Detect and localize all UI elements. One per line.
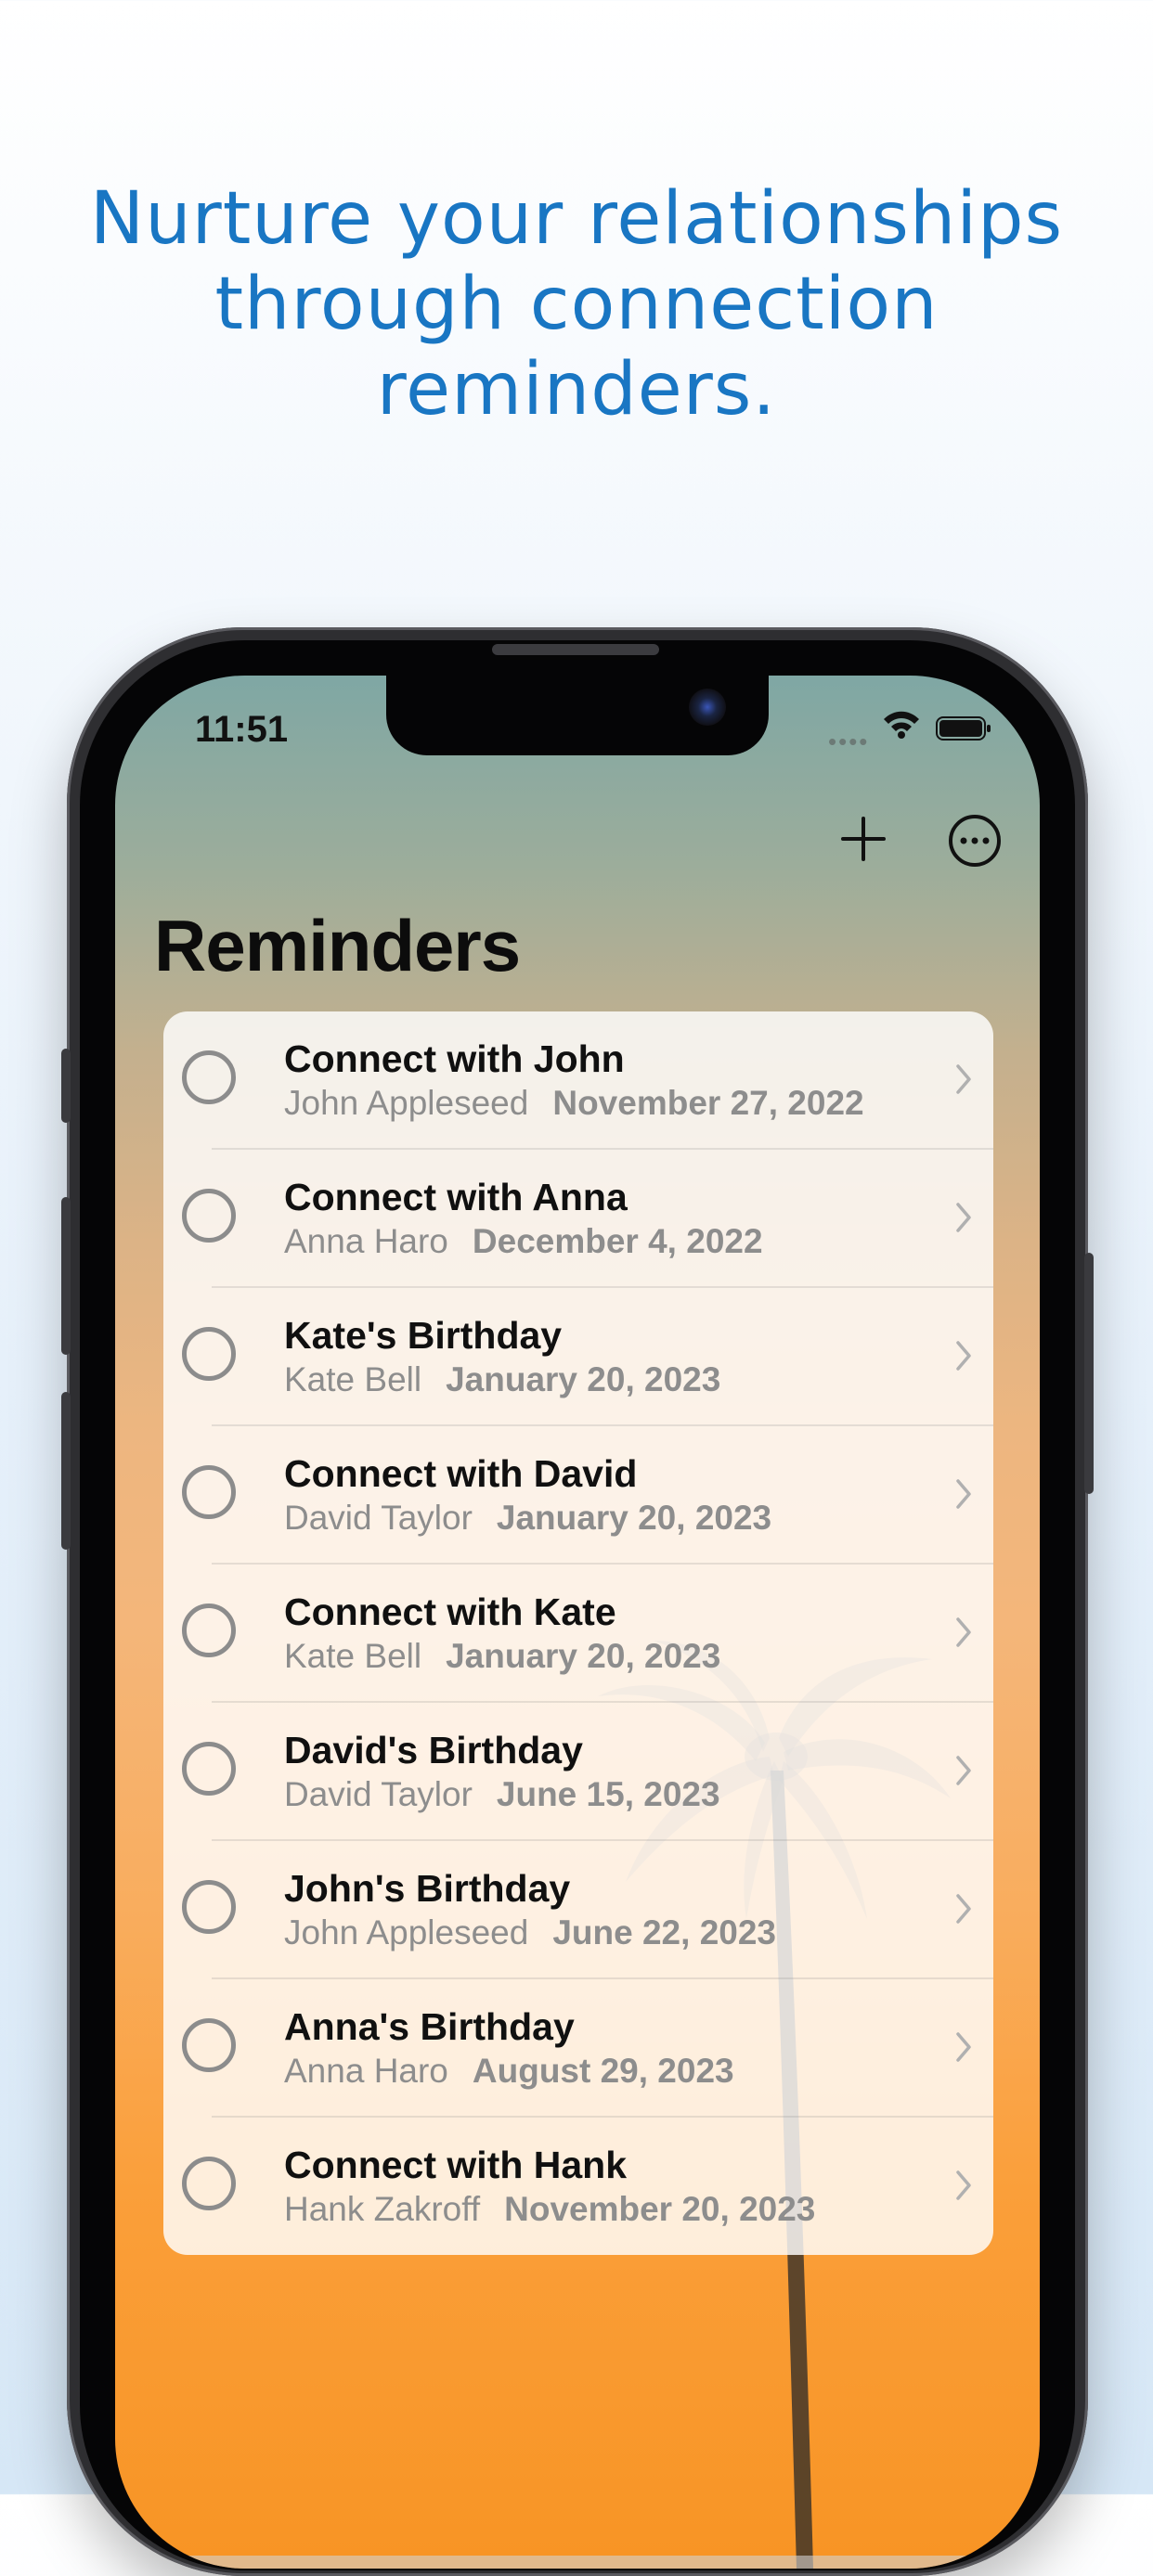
chevron-right-icon <box>956 1617 971 1647</box>
complete-toggle[interactable] <box>182 1327 236 1381</box>
more-options-button[interactable] <box>947 813 1003 869</box>
reminder-subtitle: David Taylor January 20, 2023 <box>284 1499 771 1538</box>
front-camera <box>689 689 726 726</box>
headline-line-2: through connection <box>214 263 939 346</box>
phone-speaker <box>492 644 659 655</box>
complete-toggle[interactable] <box>182 1465 236 1519</box>
reminder-title: John's Birthday <box>284 1867 571 1910</box>
reminder-person: David Taylor <box>284 1775 473 1813</box>
chevron-right-icon <box>956 2170 971 2200</box>
reminder-title: Connect with Hank <box>284 2144 628 2186</box>
reminder-person: David Taylor <box>284 1499 473 1537</box>
complete-toggle[interactable] <box>182 1880 236 1934</box>
reminder-row[interactable]: Connect with David David Taylor January 20… <box>163 1426 993 1565</box>
chevron-right-icon <box>956 2032 971 2062</box>
reminder-date: January 20, 2023 <box>496 1499 772 1537</box>
page-title: Reminders <box>154 905 521 986</box>
chevron-right-icon <box>956 1894 971 1924</box>
reminder-row[interactable]: Connect with Anna Anna Haro December 4, 20… <box>163 1150 993 1288</box>
reminder-subtitle: John Appleseed November 27, 2022 <box>284 1084 864 1123</box>
reminder-person: Kate Bell <box>284 1360 422 1398</box>
reminder-person: Anna Haro <box>284 2052 448 2090</box>
reminder-title: Kate's Birthday <box>284 1314 563 1357</box>
complete-toggle[interactable] <box>182 2157 236 2210</box>
phone-screen: 11:51 •••• Reminders Connect with John Jo… <box>115 676 1040 2569</box>
bottom-toolbar-edge <box>115 2556 1040 2569</box>
reminder-date: January 20, 2023 <box>446 1360 721 1398</box>
reminder-date: June 15, 2023 <box>496 1775 720 1813</box>
chevron-right-icon <box>956 1064 971 1094</box>
chevron-right-icon <box>956 1756 971 1785</box>
phone-power-button <box>1084 1253 1094 1494</box>
reminder-date: January 20, 2023 <box>446 1637 721 1675</box>
phone-volume-up-button <box>61 1197 71 1355</box>
reminder-date: August 29, 2023 <box>472 2052 734 2090</box>
reminder-title: Connect with David <box>284 1452 638 1495</box>
reminder-row[interactable]: John's Birthday John Appleseed June 22, 20… <box>163 1841 993 1979</box>
status-time: 11:51 <box>195 709 289 750</box>
reminder-date: June 22, 2023 <box>552 1913 777 1951</box>
chevron-right-icon <box>956 1479 971 1509</box>
camera-notch <box>386 676 769 755</box>
signal-icon: •••• <box>828 728 870 755</box>
complete-toggle[interactable] <box>182 1742 236 1796</box>
reminder-date: November 27, 2022 <box>552 1084 864 1122</box>
reminder-subtitle: Hank Zakroff November 20, 2023 <box>284 2190 815 2229</box>
reminder-title: David's Birthday <box>284 1729 583 1771</box>
battery-icon <box>936 716 991 741</box>
reminder-row[interactable]: Kate's Birthday Kate Bell January 20, 2023 <box>163 1288 993 1426</box>
reminder-subtitle: David Taylor June 15, 2023 <box>284 1775 720 1814</box>
headline-line-3: reminders. <box>376 348 777 431</box>
wifi-icon <box>884 711 919 739</box>
reminder-list: Connect with John John Appleseed November … <box>163 1011 993 2255</box>
phone-action-button <box>61 1049 71 1123</box>
headline-line-1: Nurture your relationships <box>89 177 1064 261</box>
chevron-right-icon <box>956 1341 971 1371</box>
complete-toggle[interactable] <box>182 1050 236 1104</box>
complete-toggle[interactable] <box>182 1189 236 1243</box>
marketing-headline: Nurture your relationships through conne… <box>0 176 1153 432</box>
reminder-subtitle: Kate Bell January 20, 2023 <box>284 1637 720 1676</box>
reminder-person: Anna Haro <box>284 1222 448 1260</box>
reminder-subtitle: Kate Bell January 20, 2023 <box>284 1360 720 1399</box>
phone-volume-down-button <box>61 1392 71 1550</box>
reminder-title: Anna's Birthday <box>284 2005 575 2048</box>
reminder-subtitle: Anna Haro December 4, 2022 <box>284 1222 763 1261</box>
complete-toggle[interactable] <box>182 2018 236 2072</box>
add-reminder-button[interactable] <box>837 813 889 865</box>
reminder-person: Hank Zakroff <box>284 2190 481 2228</box>
reminder-title: Connect with Kate <box>284 1591 616 1633</box>
reminder-subtitle: Anna Haro August 29, 2023 <box>284 2052 734 2091</box>
reminder-title: Connect with Anna <box>284 1176 628 1218</box>
reminder-subtitle: John Appleseed June 22, 2023 <box>284 1913 776 1952</box>
reminder-title: Connect with John <box>284 1037 625 1080</box>
reminder-person: John Appleseed <box>284 1913 529 1951</box>
complete-toggle[interactable] <box>182 1604 236 1657</box>
reminder-date: November 20, 2023 <box>504 2190 816 2228</box>
chevron-right-icon <box>956 1203 971 1232</box>
reminder-date: December 4, 2022 <box>472 1222 763 1260</box>
reminder-row[interactable]: Connect with Kate Kate Bell January 20, 20… <box>163 1565 993 1703</box>
reminder-row[interactable]: Connect with Hank Hank Zakroff November 20… <box>163 2118 993 2255</box>
reminder-person: John Appleseed <box>284 1084 529 1122</box>
reminder-row[interactable]: Anna's Birthday Anna Haro August 29, 2023 <box>163 1979 993 2118</box>
reminder-row[interactable]: Connect with John John Appleseed November … <box>163 1011 993 1150</box>
reminder-person: Kate Bell <box>284 1637 422 1675</box>
reminder-row[interactable]: David's Birthday David Taylor June 15, 202… <box>163 1703 993 1841</box>
